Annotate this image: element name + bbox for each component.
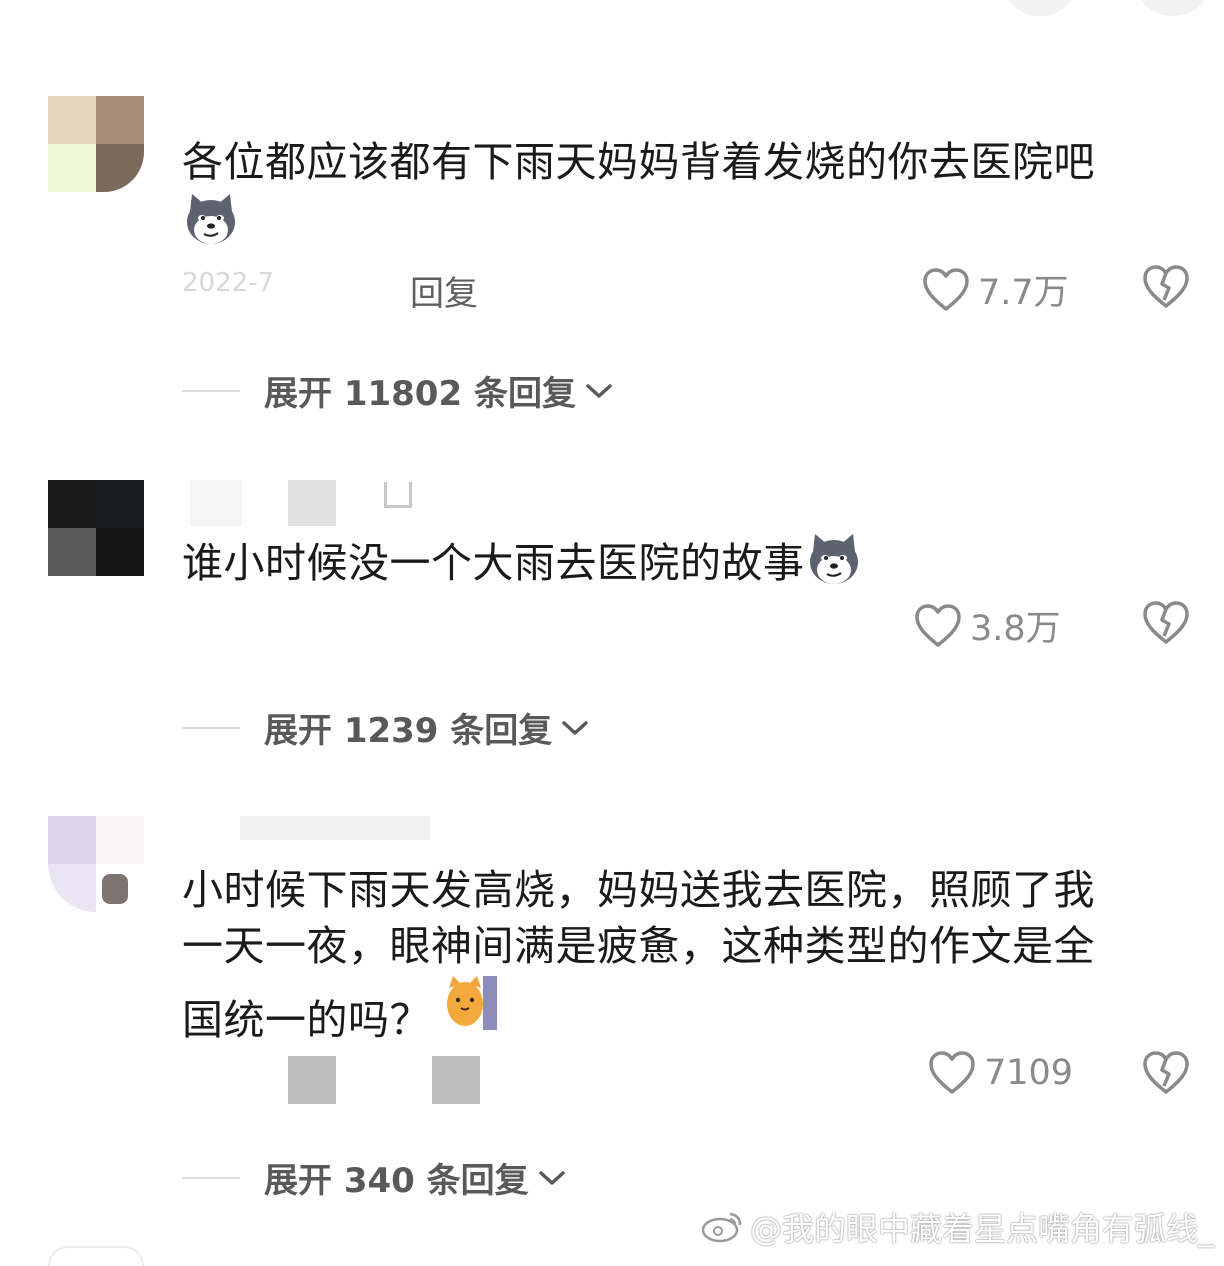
top-button-1[interactable]: [1005, 0, 1075, 16]
avatar[interactable]: [48, 480, 144, 576]
dislike-button[interactable]: [1142, 264, 1190, 314]
like-count: 7.7万: [978, 273, 1069, 313]
cat-emoji-icon: [445, 974, 501, 1048]
avatar[interactable]: [48, 816, 144, 912]
comment-time: 2022-7: [182, 268, 275, 298]
heart-icon: [915, 603, 961, 647]
blurred-username: [190, 480, 242, 526]
chevron-down-icon: [562, 720, 589, 735]
broken-heart-icon: [1143, 1051, 1189, 1094]
blurred-meta: [432, 1056, 480, 1104]
dislike-button[interactable]: [1142, 1050, 1190, 1100]
comment-text-content: 谁小时候没一个大雨去医院的故事: [182, 539, 805, 587]
watermark-text: @我的眼中藏着星点嘴角有弧线_: [750, 1210, 1215, 1248]
divider-line: [182, 1176, 240, 1179]
like-button[interactable]: 7109: [928, 1050, 1073, 1096]
next-avatar-partial: [48, 1246, 144, 1266]
expand-replies-button[interactable]: 展开 340 条回复: [182, 1153, 567, 1202]
like-button[interactable]: 7.7万: [922, 264, 1069, 315]
expand-replies-label: 展开 1239 条回复: [264, 711, 553, 751]
comment-text: 谁小时候没一个大雨去医院的故事: [182, 530, 863, 602]
husky-emoji-icon: [182, 190, 240, 262]
avatar[interactable]: [48, 96, 144, 192]
blurred-meta: [288, 1056, 336, 1104]
weibo-logo-icon: [701, 1212, 742, 1243]
blurred-username: [288, 480, 336, 526]
heart-icon: [923, 267, 969, 311]
comment-text: 小时候下雨天发高烧，妈妈送我去医院，照顾了我 一天一夜，眼神间满是疲惫，这种类型…: [182, 862, 1095, 1048]
watermark: @我的眼中藏着星点嘴角有弧线_: [700, 1204, 1214, 1250]
divider-line: [182, 389, 240, 392]
divider-line: [182, 726, 240, 729]
blurred-badge: [384, 482, 412, 508]
reply-button[interactable]: 回复: [410, 266, 478, 315]
comment-text: 各位都应该都有下雨天妈妈背着发烧的你去医院吧: [182, 134, 1095, 262]
like-count: 3.8万: [970, 609, 1061, 649]
top-button-2[interactable]: [1138, 0, 1208, 16]
blurred-username: [240, 816, 430, 840]
broken-heart-icon: [1143, 265, 1189, 308]
chevron-down-icon: [586, 383, 612, 398]
dislike-button[interactable]: [1142, 600, 1190, 650]
comment-text-content: 各位都应该都有下雨天妈妈背着发烧的你去医院吧: [182, 138, 1095, 186]
expand-replies-button[interactable]: 展开 1239 条回复: [182, 703, 590, 752]
comment-text-line: 国统一的吗？: [182, 996, 431, 1044]
expand-replies-label: 展开 340 条回复: [264, 1161, 529, 1201]
like-button[interactable]: 3.8万: [914, 600, 1061, 651]
expand-replies-label: 展开 11802 条回复: [264, 374, 576, 414]
heart-icon: [929, 1051, 975, 1094]
chevron-down-icon: [538, 1170, 565, 1185]
broken-heart-icon: [1143, 601, 1189, 644]
comment-text-line: 小时候下雨天发高烧，妈妈送我去医院，照顾了我: [182, 866, 1095, 914]
husky-emoji-icon: [805, 530, 863, 602]
expand-replies-button[interactable]: 展开 11802 条回复: [182, 366, 614, 415]
comment-text-line: 一天一夜，眼神间满是疲惫，这种类型的作文是全: [182, 922, 1095, 970]
like-count: 7109: [984, 1053, 1074, 1093]
